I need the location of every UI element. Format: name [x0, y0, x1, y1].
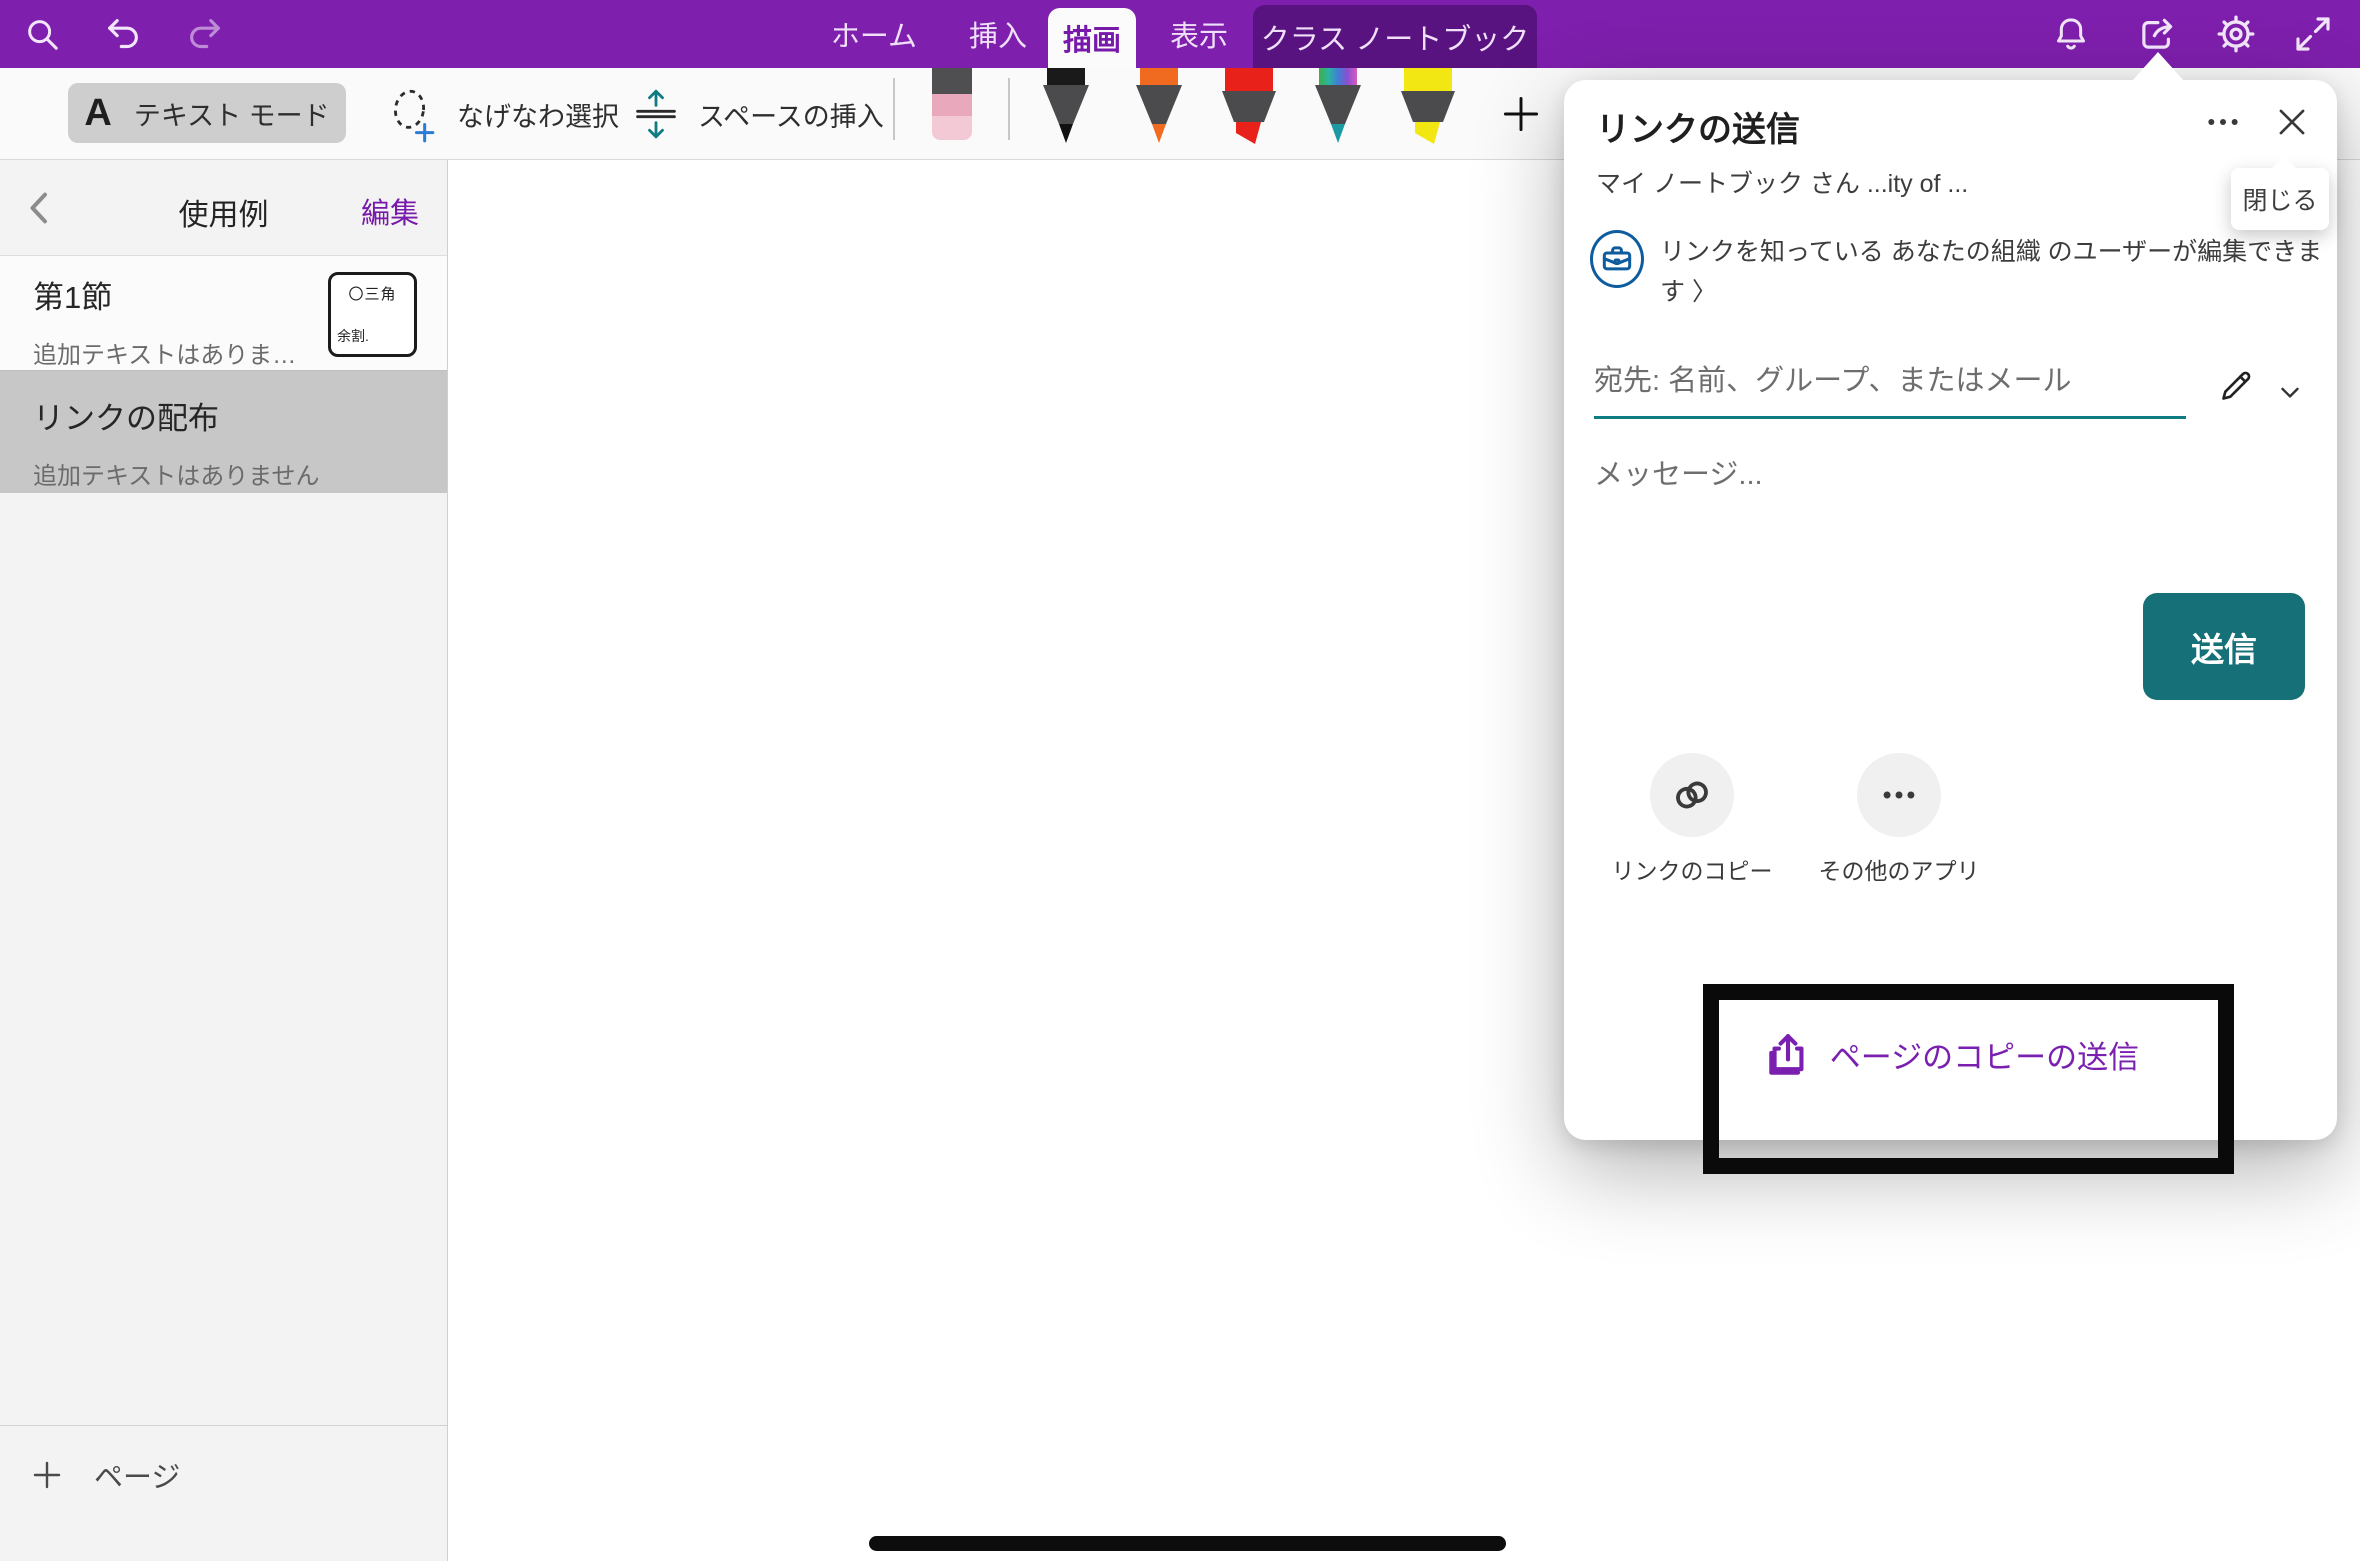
edit-button[interactable]: 編集 — [361, 190, 419, 232]
undo-button[interactable] — [99, 10, 147, 58]
pencil-icon — [2216, 366, 2256, 406]
tab-home-label: ホーム — [831, 13, 917, 55]
tab-home[interactable]: ホーム — [824, 0, 924, 68]
edit-permission-button[interactable] — [2212, 362, 2260, 410]
tab-class-notebook-label: クラス ノートブック — [1261, 16, 1529, 58]
add-page-button[interactable]: ページ — [30, 1454, 180, 1496]
more-apps-label: その他のアプリ — [1799, 852, 1999, 886]
highlighter-red[interactable] — [1216, 68, 1282, 146]
insert-space-button[interactable]: スペースの挿入 — [630, 68, 884, 160]
text-mode-label: テキスト モード — [134, 94, 330, 133]
search-icon — [23, 15, 61, 53]
tab-view[interactable]: 表示 — [1151, 0, 1247, 68]
thumbnail-handwriting: 〇三角 — [337, 283, 408, 304]
pen-galaxy-icon — [1305, 68, 1371, 146]
tab-class-notebook[interactable]: クラス ノートブック — [1253, 5, 1537, 68]
recipients-input[interactable] — [1594, 358, 2174, 404]
send-link-dialog: リンクの送信 マイ ノートブック さん ...ity of ... リンクを知っ… — [1564, 80, 2337, 1140]
toolbar-divider — [1008, 78, 1010, 140]
more-options-button[interactable] — [2201, 100, 2245, 144]
settings-button[interactable] — [2212, 10, 2260, 58]
permission-scope-button[interactable] — [1590, 230, 1644, 288]
lasso-select-button[interactable]: なげなわ選択 — [385, 68, 619, 160]
toolbar-divider — [893, 78, 895, 140]
permission-description[interactable]: リンクを知っている あなたの組織 のユーザーが編集できます 〉 — [1660, 232, 2340, 312]
add-pen-button[interactable] — [1499, 92, 1543, 136]
page-list-item-selected[interactable]: リンクの配布 追加テキストはありません — [0, 370, 447, 493]
eraser-tool[interactable] — [924, 68, 980, 146]
text-mode-icon: A — [84, 92, 111, 135]
share-icon — [2136, 13, 2178, 55]
expand-icon — [2293, 14, 2333, 54]
pen-black-icon — [1033, 68, 1099, 146]
ellipsis-icon — [1877, 773, 1921, 817]
insert-space-label: スペースの挿入 — [698, 95, 884, 134]
insert-space-icon — [630, 83, 682, 145]
send-button[interactable]: 送信 — [2143, 593, 2305, 700]
plus-icon — [1499, 92, 1543, 136]
add-page-label: ページ — [94, 1454, 180, 1496]
plus-icon — [30, 1458, 64, 1492]
close-icon — [2273, 103, 2311, 141]
bell-icon — [2051, 14, 2091, 54]
close-tooltip: 閉じる — [2231, 168, 2329, 230]
lasso-icon — [385, 84, 441, 144]
page-title: リンクの配布 — [33, 393, 447, 438]
top-app-bar: ホーム 挿入 描画 表示 クラス ノートブック — [0, 0, 2360, 68]
highlighter-yellow-icon — [1395, 68, 1461, 146]
recipients-underline — [1594, 416, 2186, 419]
thumbnail-handwriting: 余割. — [337, 326, 408, 346]
tab-draw-label: 描画 — [1063, 17, 1121, 59]
chevron-down-icon — [2275, 377, 2305, 407]
tab-insert[interactable]: 挿入 — [950, 0, 1046, 68]
tab-insert-label: 挿入 — [969, 13, 1027, 55]
highlighter-red-icon — [1216, 68, 1282, 146]
close-dialog-button[interactable] — [2270, 100, 2314, 144]
recipients-dropdown-button[interactable] — [2270, 372, 2310, 412]
gear-icon — [2215, 13, 2257, 55]
undo-icon — [103, 14, 143, 54]
notifications-button[interactable] — [2047, 10, 2095, 58]
annotation-highlight-box — [1703, 984, 2234, 1174]
dialog-callout-arrow — [2131, 52, 2185, 82]
highlighter-yellow[interactable] — [1395, 68, 1461, 146]
fullscreen-button[interactable] — [2289, 10, 2337, 58]
pen-black[interactable] — [1033, 68, 1099, 146]
more-apps-button[interactable] — [1857, 753, 1941, 837]
redo-icon — [185, 14, 225, 54]
tab-draw[interactable]: 描画 — [1048, 8, 1136, 68]
page-list-sidebar: 使用例 編集 第1節 追加テキストはありま… 〇三角 余割. リンクの配布 追加… — [0, 160, 448, 1561]
page-subtitle: 追加テキストはありません — [33, 456, 447, 491]
copy-link-button[interactable] — [1650, 753, 1734, 837]
page-thumbnail: 〇三角 余割. — [328, 272, 417, 357]
sidebar-header: 使用例 編集 — [0, 160, 447, 255]
briefcase-icon — [1598, 240, 1636, 278]
message-input[interactable] — [1594, 452, 2214, 498]
lasso-label: なげなわ選択 — [457, 95, 619, 134]
notebook-source-label: マイ ノートブック さん ...ity of ... — [1596, 164, 1968, 200]
send-button-label: 送信 — [2191, 623, 2257, 671]
home-indicator[interactable] — [869, 1536, 1506, 1551]
copy-link-label: リンクのコピー — [1592, 852, 1792, 886]
pen-galaxy[interactable] — [1305, 68, 1371, 146]
dialog-title: リンクの送信 — [1596, 102, 1800, 151]
pen-orange[interactable] — [1126, 68, 1192, 146]
tab-view-label: 表示 — [1170, 13, 1228, 55]
add-page-section: ページ — [0, 1425, 447, 1426]
link-icon — [1669, 772, 1715, 818]
more-icon — [2203, 102, 2243, 142]
close-tooltip-label: 閉じる — [2242, 181, 2317, 217]
search-button[interactable] — [18, 10, 66, 58]
pen-orange-icon — [1126, 68, 1192, 146]
eraser-icon — [924, 68, 980, 146]
text-mode-button[interactable]: A テキスト モード — [68, 83, 346, 143]
redo-button[interactable] — [181, 10, 229, 58]
share-button[interactable] — [2133, 10, 2181, 58]
